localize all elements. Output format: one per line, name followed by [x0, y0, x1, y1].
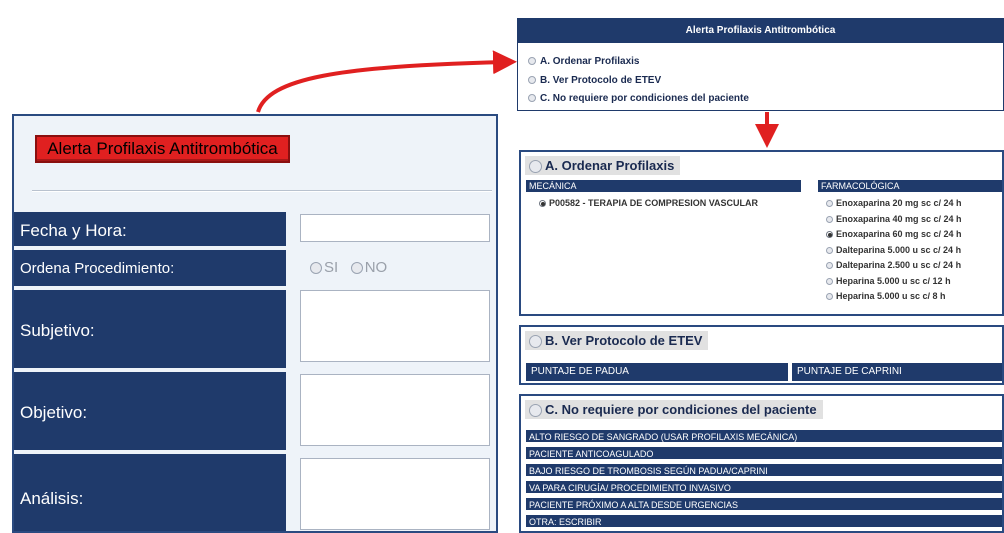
- farmacologica-label: Enoxaparina 20 mg sc c/ 24 h: [836, 198, 962, 208]
- farmacologica-option[interactable]: Heparina 5.000 u sc c/ 8 h: [826, 291, 946, 301]
- form-divider: [32, 190, 492, 192]
- caprini-score-button[interactable]: PUNTAJE DE CAPRINI: [792, 363, 1002, 381]
- section-b-header[interactable]: B. Ver Protocolo de ETEV: [525, 331, 709, 351]
- section-c-title: C. No requiere por condiciones del pacie…: [545, 402, 817, 417]
- section-c-radio[interactable]: [529, 404, 542, 418]
- section-no-requiere: C. No requiere por condiciones del pacie…: [519, 394, 1004, 533]
- subjetivo-label: Subjetivo:: [14, 290, 286, 368]
- subjetivo-textarea[interactable]: [300, 290, 490, 362]
- reason-option[interactable]: OTRA: ESCRIBIR: [526, 515, 1002, 529]
- si-label: SI: [324, 259, 339, 276]
- option-b-radio[interactable]: [528, 76, 536, 85]
- option-c-label: C. No requiere por condiciones del pacie…: [540, 93, 749, 104]
- farmacologica-label: Enoxaparina 60 mg sc c/ 24 h: [836, 229, 962, 239]
- reason-option[interactable]: PACIENTE PRÓXIMO A ALTA DESDE URGENCIAS: [526, 498, 1002, 512]
- farmacologica-radio[interactable]: [826, 231, 833, 239]
- no-label: NO: [364, 259, 388, 276]
- farmacologica-label: Heparina 5.000 u sc c/ 12 h: [836, 275, 951, 286]
- dialog-option-c[interactable]: C. No requiere por condiciones del pacie…: [528, 93, 749, 104]
- mecanica-header: MECÁNICA: [526, 180, 801, 192]
- section-a-header[interactable]: A. Ordenar Profilaxis: [525, 156, 681, 176]
- dialog-option-a[interactable]: A. Ordenar Profilaxis: [528, 56, 639, 67]
- farmacologica-radio[interactable]: [826, 215, 833, 223]
- reason-option[interactable]: BAJO RIESGO DE TROMBOSIS SEGÚN PADUA/CAP…: [526, 464, 1002, 478]
- mecanica-option[interactable]: P00582 - TERAPIA DE COMPRESION VASCULAR: [539, 198, 758, 208]
- si-option[interactable]: SI: [310, 259, 338, 276]
- dialog-option-b[interactable]: B. Ver Protocolo de ETEV: [528, 75, 661, 86]
- option-c-radio[interactable]: [528, 94, 536, 103]
- farmacologica-radio[interactable]: [826, 277, 833, 285]
- section-b-title: B. Ver Protocolo de ETEV: [545, 333, 703, 348]
- reason-option[interactable]: VA PARA CIRUGÍA/ PROCEDIMIENTO INVASIVO: [526, 481, 1002, 495]
- option-a-label: A. Ordenar Profilaxis: [540, 56, 640, 67]
- objetivo-textarea[interactable]: [300, 374, 490, 446]
- option-a-radio[interactable]: [528, 57, 536, 66]
- analisis-label: Análisis:: [14, 454, 286, 531]
- reason-option[interactable]: ALTO RIESGO DE SANGRADO (USAR PROFILAXIS…: [526, 430, 1002, 444]
- option-b-label: B. Ver Protocolo de ETEV: [540, 75, 662, 86]
- alert-dialog: Alerta Profilaxis Antitrombótica A. Orde…: [517, 18, 1004, 111]
- procedure-radio-group: SI NO: [310, 259, 387, 276]
- si-radio[interactable]: [310, 262, 322, 275]
- section-protocolo-etev: B. Ver Protocolo de ETEV PUNTAJE DE PADU…: [519, 325, 1004, 385]
- farmacologica-option[interactable]: Dalteparina 2.500 u sc c/ 24 h: [826, 260, 961, 270]
- farmacologica-option[interactable]: Heparina 5.000 u sc c/ 12 h: [826, 276, 951, 286]
- arrow-form-to-dialog: [256, 50, 517, 113]
- section-a-radio[interactable]: [529, 160, 542, 174]
- no-radio[interactable]: [350, 262, 363, 275]
- mecanica-label: P00582 - TERAPIA DE COMPRESION VASCULAR: [549, 198, 759, 208]
- reason-option[interactable]: PACIENTE ANTICOAGULADO: [526, 447, 1002, 461]
- farmacologica-label: Enoxaparina 40 mg sc c/ 24 h: [836, 213, 962, 224]
- farmacologica-header: FARMACOLÓGICA: [818, 180, 1002, 192]
- fecha-hora-input[interactable]: [300, 214, 490, 242]
- farmacologica-label: Dalteparina 2.500 u sc c/ 24 h: [836, 260, 962, 270]
- section-c-header[interactable]: C. No requiere por condiciones del pacie…: [525, 400, 823, 420]
- farmacologica-radio[interactable]: [826, 293, 833, 301]
- farmacologica-label: Dalteparina 5.000 u sc c/ 24 h: [836, 244, 962, 255]
- farmacologica-radio[interactable]: [826, 246, 833, 254]
- dialog-title: Alerta Profilaxis Antitrombótica: [518, 19, 1003, 43]
- padua-score-button[interactable]: PUNTAJE DE PADUA: [526, 363, 788, 381]
- objetivo-label: Objetivo:: [14, 372, 286, 450]
- analisis-textarea[interactable]: [300, 458, 490, 530]
- farmacologica-option[interactable]: Dalteparina 5.000 u sc c/ 24 h: [826, 245, 961, 255]
- farmacologica-label: Heparina 5.000 u sc c/ 8 h: [836, 291, 946, 301]
- mecanica-radio[interactable]: [539, 200, 546, 208]
- farmacologica-option[interactable]: Enoxaparina 60 mg sc c/ 24 h: [826, 229, 962, 239]
- ordena-procedimiento-label: Ordena Procedimiento:: [14, 250, 286, 286]
- fecha-hora-label: Fecha y Hora:: [14, 212, 286, 246]
- farmacologica-option[interactable]: Enoxaparina 20 mg sc c/ 24 h: [826, 198, 962, 208]
- clinical-note-form: Alerta Profilaxis Antitrombótica Fecha y…: [12, 114, 498, 533]
- section-ordenar-profilaxis: A. Ordenar Profilaxis MECÁNICA P00582 - …: [519, 150, 1004, 316]
- farmacologica-radio[interactable]: [826, 200, 833, 208]
- section-a-title: A. Ordenar Profilaxis: [545, 158, 675, 173]
- farmacologica-radio[interactable]: [826, 262, 833, 270]
- section-b-radio[interactable]: [529, 335, 542, 349]
- farmacologica-option[interactable]: Enoxaparina 40 mg sc c/ 24 h: [826, 214, 962, 224]
- no-option[interactable]: NO: [350, 259, 388, 276]
- alert-prophylaxis-button[interactable]: Alerta Profilaxis Antitrombótica: [35, 135, 290, 163]
